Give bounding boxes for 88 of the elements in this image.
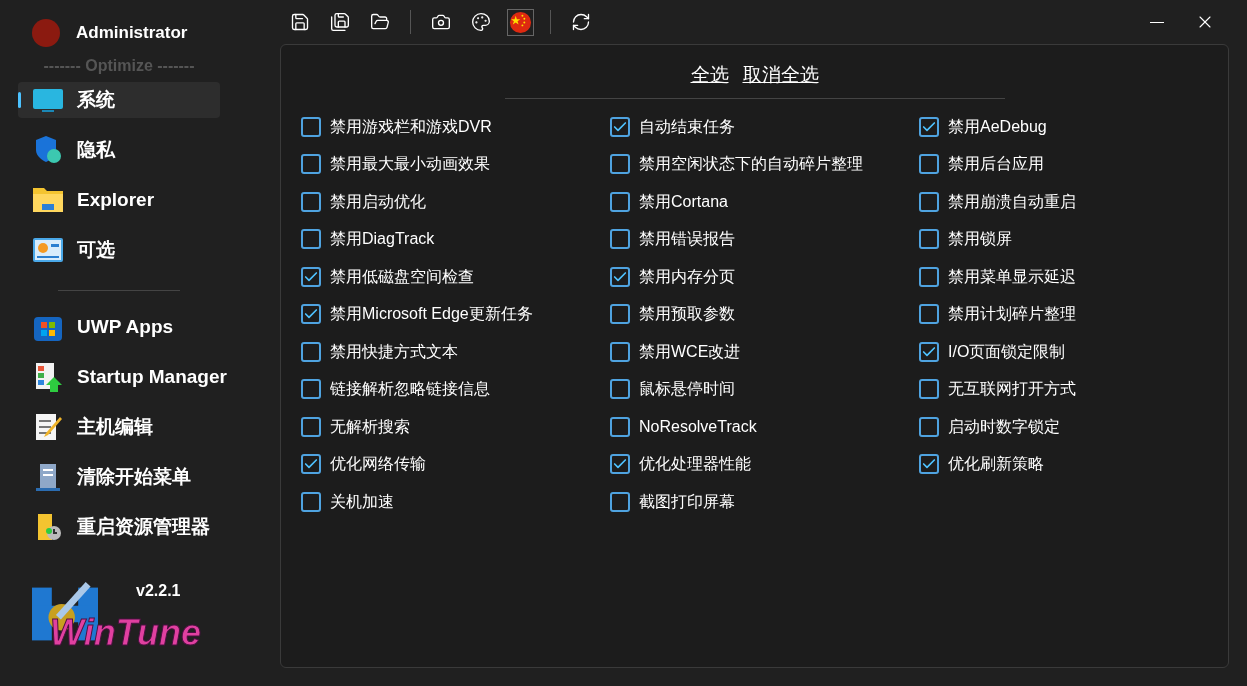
checkbox[interactable] (610, 229, 630, 249)
flag-icon (509, 10, 532, 34)
checkbox[interactable] (919, 191, 939, 212)
option-label: 禁用快捷方式文本 (330, 341, 458, 362)
checkbox[interactable] (301, 454, 321, 474)
sidebar-item[interactable]: UWP Apps (18, 309, 174, 345)
logo-text: WinTune (50, 615, 201, 651)
checkbox[interactable] (610, 341, 630, 362)
option-label: 链接解析忽略链接信息 (330, 379, 490, 399)
sidebar-item[interactable]: 清除开始菜单 (18, 459, 191, 495)
checkbox[interactable] (610, 266, 630, 287)
checkbox[interactable] (301, 416, 321, 437)
checkbox[interactable] (610, 304, 630, 324)
option-label: 优化刷新策略 (948, 454, 1044, 474)
version-label: v2.2.1 (136, 581, 181, 601)
camera-icon (431, 12, 451, 32)
deselect-all-link[interactable]: 取消全选 (742, 61, 819, 90)
checkbox[interactable] (919, 154, 939, 174)
checkbox[interactable] (610, 116, 630, 137)
checkbox[interactable] (301, 116, 321, 137)
sidebar-item[interactable]: Startup Manager (18, 359, 227, 395)
option-label: 禁用WCE改进 (639, 341, 741, 362)
checkbox[interactable] (919, 416, 939, 437)
palette-icon (471, 12, 491, 32)
checkbox[interactable] (610, 454, 630, 474)
option-label: NoResolveTrack (639, 416, 757, 437)
folder-icon (370, 12, 390, 32)
sidebar-item[interactable]: 重启资源管理器 (18, 509, 210, 545)
option-label: 禁用游戏栏和游戏DVR (330, 116, 492, 137)
minimize-icon (1150, 21, 1164, 23)
sidebar-item[interactable]: Explorer (18, 182, 220, 218)
checkbox[interactable] (610, 491, 630, 512)
checkbox[interactable] (919, 341, 939, 362)
checkbox[interactable] (919, 379, 939, 399)
option-label: 截图打印屏幕 (639, 491, 735, 512)
option-label: 禁用Cortana (639, 191, 728, 212)
language-button[interactable] (507, 8, 534, 36)
option-label: I/O页面锁定限制 (948, 341, 1066, 362)
checkbox[interactable] (919, 454, 939, 474)
option-label: 禁用低磁盘空间检查 (330, 266, 474, 287)
save-icon (290, 12, 310, 32)
checkbox[interactable] (301, 304, 321, 324)
checkbox[interactable] (919, 116, 939, 137)
save-all-icon (330, 12, 350, 32)
checkbox[interactable] (301, 191, 321, 212)
option-label: 鼠标悬停时间 (639, 379, 735, 399)
option-label: 禁用内存分页 (639, 266, 735, 287)
sidebar-item[interactable]: 主机编辑 (18, 409, 153, 445)
option-label: 禁用最大最小动画效果 (330, 154, 490, 174)
option-label: 自动结束任务 (639, 116, 735, 137)
option-label: 禁用启动优化 (330, 191, 426, 212)
checkbox[interactable] (610, 154, 630, 174)
option-label: 禁用错误报告 (639, 229, 735, 249)
option-label: 禁用菜单显示延迟 (948, 266, 1076, 287)
checkbox[interactable] (610, 416, 630, 437)
sidebar-item[interactable]: 隐私 (18, 132, 220, 168)
user-name: Administrator (76, 22, 188, 45)
option-label: 禁用锁屏 (948, 229, 1012, 249)
checkbox[interactable] (610, 379, 630, 399)
checkbox[interactable] (610, 191, 630, 212)
option-label: 禁用DiagTrack (330, 229, 435, 249)
checkbox[interactable] (301, 266, 321, 287)
refresh-icon (571, 12, 591, 32)
select-all-link[interactable]: 全选 (690, 61, 729, 90)
option-label: 优化处理器性能 (639, 454, 751, 474)
option-label: 禁用AeDebug (948, 116, 1047, 137)
option-label: 禁用预取参数 (639, 304, 735, 324)
option-label: 启动时数字锁定 (948, 416, 1060, 437)
checkbox[interactable] (301, 491, 321, 512)
checkbox[interactable] (301, 154, 321, 174)
avatar (32, 19, 60, 47)
option-label: 优化网络传输 (330, 454, 426, 474)
checkbox[interactable] (301, 341, 321, 362)
checkbox[interactable] (919, 266, 939, 287)
option-label: 禁用Microsoft Edge更新任务 (330, 304, 533, 324)
sidebar-item[interactable]: 系统 (18, 82, 220, 118)
option-label: 无互联网打开方式 (948, 379, 1076, 399)
checkbox[interactable] (301, 379, 321, 399)
option-label: 禁用后台应用 (948, 154, 1044, 174)
checkbox[interactable] (301, 229, 321, 249)
sidebar-item[interactable]: 可选 (18, 232, 220, 268)
option-label: 无解析搜索 (330, 416, 410, 437)
option-label: 关机加速 (330, 491, 394, 512)
option-label: 禁用崩溃自动重启 (948, 191, 1076, 212)
checkbox[interactable] (919, 229, 939, 249)
checkbox[interactable] (919, 304, 939, 324)
option-label: 禁用空闲状态下的自动碎片整理 (639, 154, 863, 174)
option-label: 禁用计划碎片整理 (948, 304, 1076, 324)
